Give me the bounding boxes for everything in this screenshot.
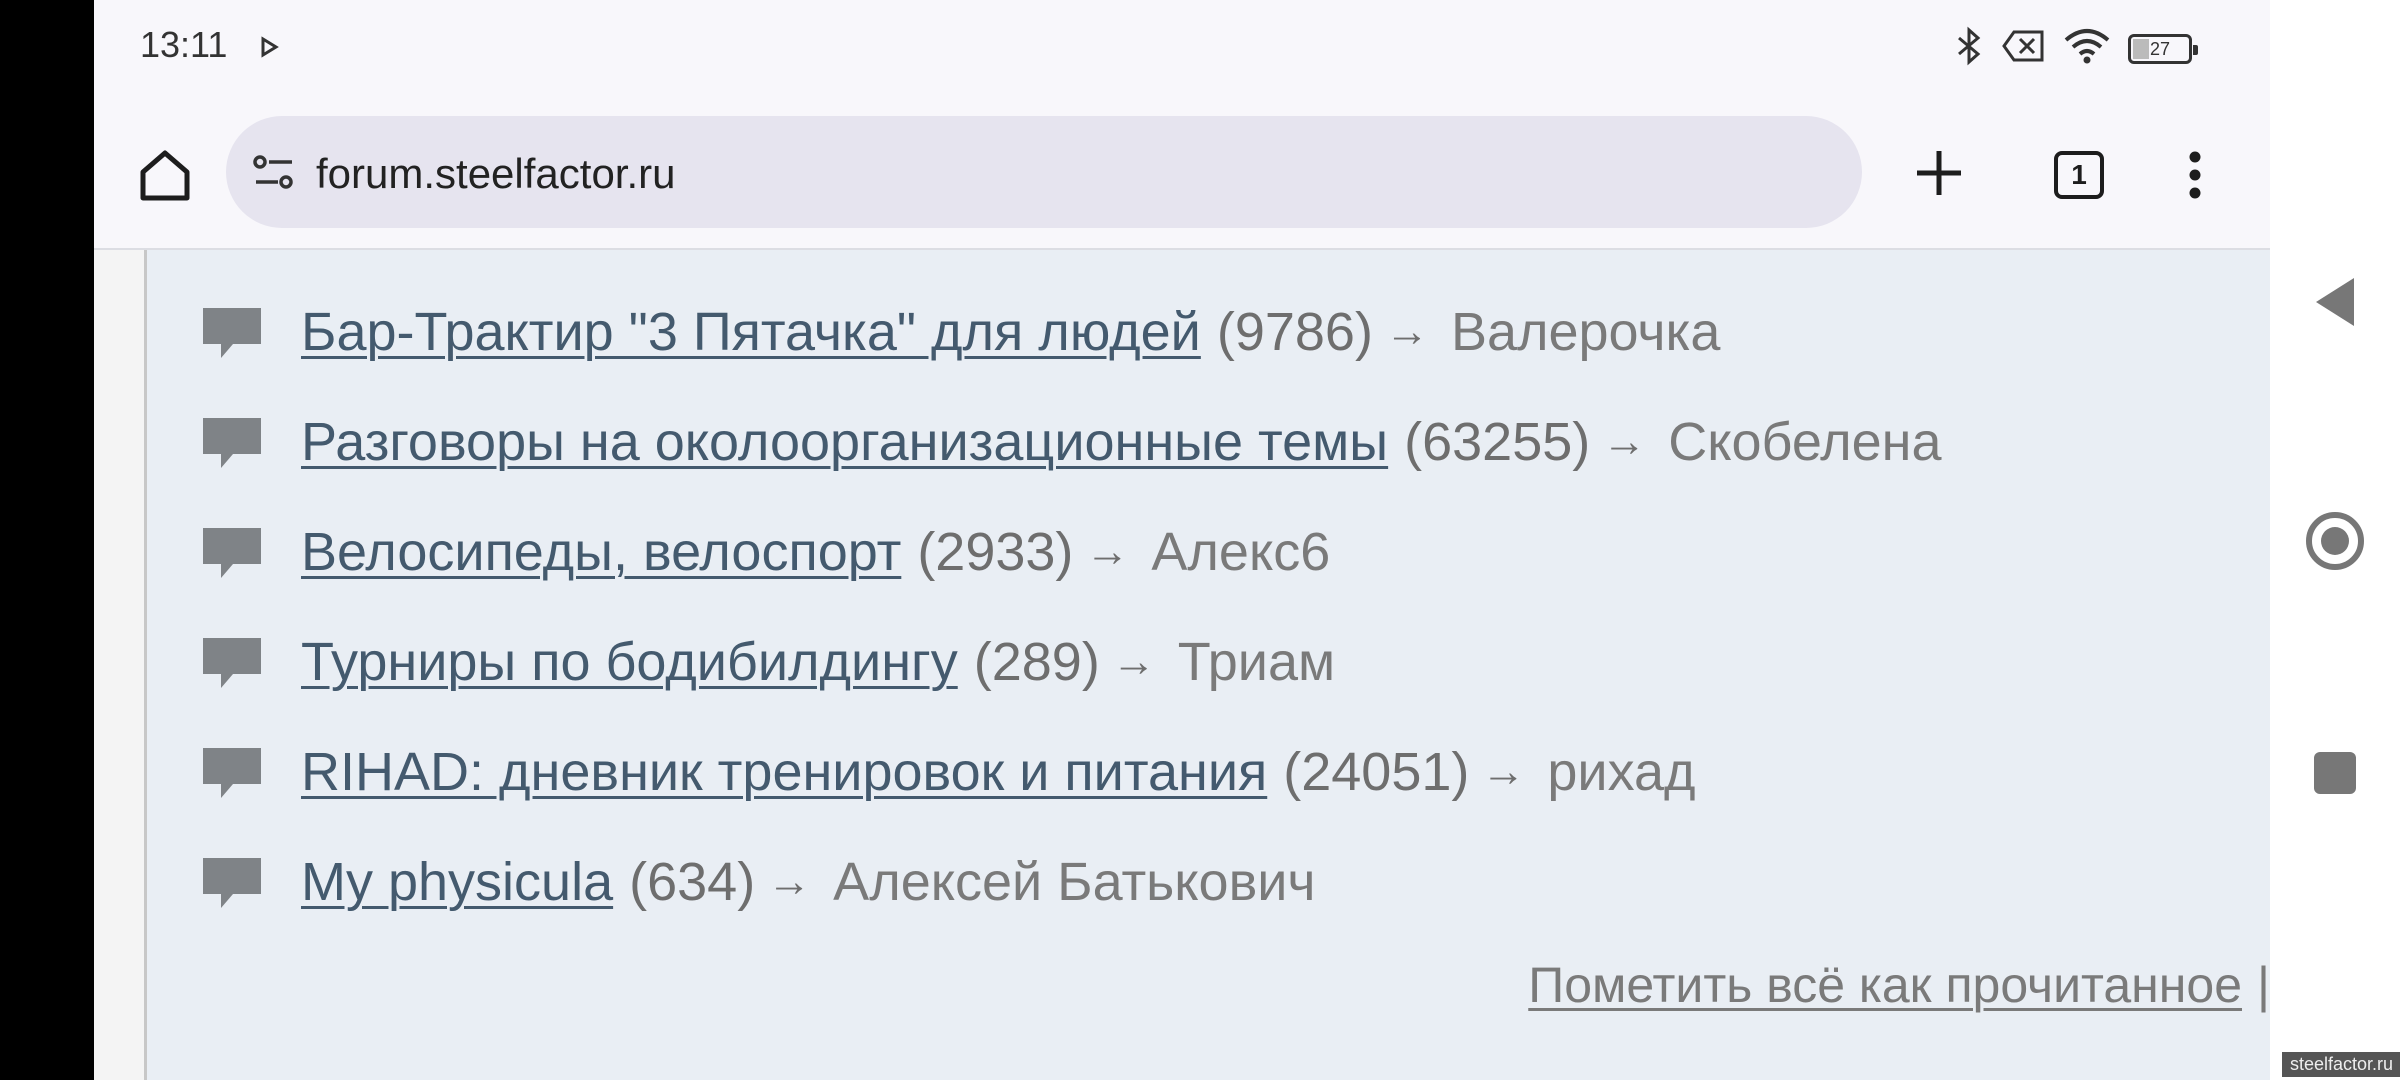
- topic-bubble-icon: [199, 412, 265, 472]
- topic-title-link[interactable]: Бар-Трактир "3 Пятачка" для людей: [301, 301, 1201, 363]
- topic-post-count: (2933): [917, 522, 1074, 582]
- topic-bubble-icon: [199, 632, 265, 692]
- topic-title-link[interactable]: RIHAD: дневник тренировок и питания: [301, 741, 1267, 803]
- more-vert-icon: [2189, 151, 2201, 199]
- home-button[interactable]: [130, 140, 200, 210]
- nav-back-button[interactable]: [2314, 276, 2356, 333]
- last-post-arrow: →: [1602, 417, 1647, 466]
- topic-post-count: (9786): [1216, 302, 1373, 362]
- footer-separator: |: [2257, 957, 2270, 1013]
- left-black-bar: [0, 0, 94, 1080]
- address-bar[interactable]: forum.steelfactor.ru: [226, 116, 1862, 228]
- topic-row: RIHAD: дневник тренировок и питания (240…: [199, 732, 1696, 812]
- topic-bubble-icon: [199, 852, 265, 912]
- home-circle-icon: [2306, 512, 2364, 570]
- topic-row: Бар-Трактир "3 Пятачка" для людей (9786)…: [199, 292, 1720, 372]
- status-time: 13:11: [140, 24, 228, 65]
- last-post-arrow: →: [1085, 527, 1130, 576]
- topic-post-count: (24051): [1283, 742, 1470, 802]
- last-post-arrow: →: [1111, 637, 1156, 686]
- home-icon: [140, 150, 190, 201]
- last-post-author: рихад: [1547, 742, 1696, 802]
- topic-post-count: (63255): [1404, 412, 1591, 472]
- topic-title-link[interactable]: Турниры по бодибилдингу: [301, 631, 958, 693]
- last-post-arrow: →: [1384, 307, 1429, 356]
- status-icons: 27: [1954, 26, 2198, 71]
- battery-icon: 27: [2128, 33, 2198, 64]
- topic-row: Разговоры на околоорганизационные темы (…: [199, 402, 1941, 482]
- plus-icon: [1917, 151, 1961, 195]
- no-sim-icon: [2002, 29, 2046, 68]
- status-bar: 13:11 27: [94, 0, 2270, 100]
- play-icon: [260, 36, 280, 63]
- back-triangle-icon: [2316, 278, 2354, 326]
- browser-toolbar: forum.steelfactor.ru 1: [94, 110, 2270, 240]
- mark-all-read-link[interactable]: Пометить всё как прочитанное: [1528, 956, 2242, 1014]
- last-post-author: Алексей Батькович: [833, 852, 1316, 912]
- topic-row: Велосипеды, велоспорт (2933) → Алекс6: [199, 512, 1330, 592]
- last-post-author: Скобелена: [1668, 412, 1942, 472]
- more-menu-button[interactable]: [2170, 140, 2220, 210]
- last-post-author: Алекс6: [1151, 522, 1331, 582]
- watermark: steelfactor.ru: [2282, 1052, 2400, 1077]
- last-post-arrow: →: [767, 857, 812, 906]
- last-post-author: Триам: [1177, 632, 1336, 692]
- topic-bubble-icon: [199, 742, 265, 802]
- wifi-icon: [2064, 28, 2110, 69]
- nav-recent-apps-button[interactable]: [2314, 752, 2356, 794]
- forum-topic-list: Бар-Трактир "3 Пятачка" для людей (9786)…: [144, 250, 2270, 1080]
- tab-count: 1: [2054, 151, 2104, 199]
- site-settings-icon[interactable]: [252, 152, 296, 197]
- battery-level: 27: [2149, 38, 2171, 59]
- topic-post-count: (634): [629, 852, 756, 912]
- topic-row: My physicula (634) → Алексей Батькович: [199, 842, 1316, 922]
- topic-title-link[interactable]: My physicula: [301, 851, 613, 913]
- page-content: Бар-Трактир "3 Пятачка" для людей (9786)…: [94, 248, 2270, 1080]
- last-post-arrow: →: [1481, 747, 1526, 796]
- topic-row: Турниры по бодибилдингу (289) → Триам: [199, 622, 1335, 702]
- phone-screen: 13:11 27 forum.steelfactor.ru 1 Бар-Трак…: [94, 0, 2270, 1080]
- url-text[interactable]: forum.steelfactor.ru: [316, 150, 675, 198]
- topic-post-count: (289): [973, 632, 1100, 692]
- tab-switcher-button[interactable]: 1: [2044, 140, 2114, 210]
- new-tab-button[interactable]: [1904, 138, 1974, 208]
- topic-bubble-icon: [199, 522, 265, 582]
- topic-title-link[interactable]: Разговоры на околоорганизационные темы: [301, 411, 1388, 473]
- bluetooth-icon: [1954, 26, 1984, 71]
- system-nav-bar: [2270, 0, 2400, 1080]
- topic-bubble-icon: [199, 302, 265, 362]
- last-post-author: Валерочка: [1450, 302, 1721, 362]
- topic-title-link[interactable]: Велосипеды, велоспорт: [301, 521, 901, 583]
- nav-home-button[interactable]: [2304, 510, 2366, 577]
